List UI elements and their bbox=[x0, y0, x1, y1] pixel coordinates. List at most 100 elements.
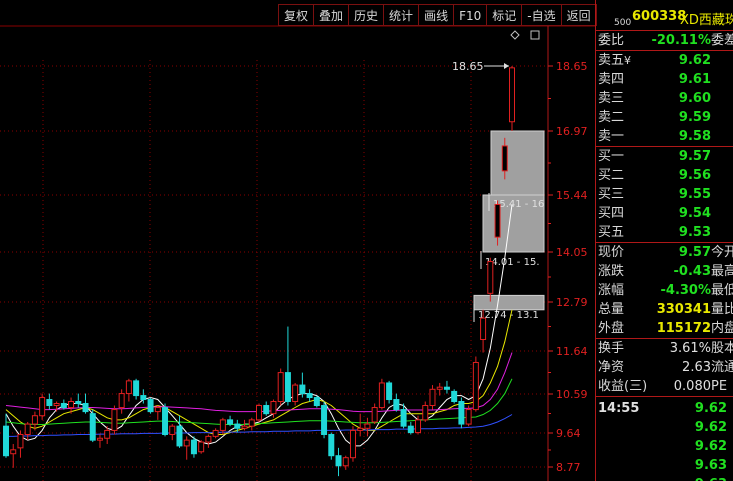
candle-body-down bbox=[46, 399, 53, 407]
candle-body-up bbox=[436, 386, 443, 390]
ask-label: 卖五 bbox=[598, 53, 625, 68]
candle-body-up bbox=[24, 423, 31, 435]
toolbar-button-7[interactable]: -自选 bbox=[522, 4, 562, 26]
candle-body-down bbox=[147, 399, 154, 413]
stock-header: 500 600338 XD西藏珠 bbox=[596, 0, 733, 31]
quote-row[interactable]: 涨跌 -0.43最高 bbox=[596, 262, 733, 281]
quote-row[interactable]: 总量 330341量比 bbox=[596, 300, 733, 319]
bid-row[interactable]: 买一 9.57 bbox=[596, 147, 733, 166]
candle-body-down bbox=[321, 405, 328, 435]
price-tick-label: 9.64 bbox=[556, 427, 581, 440]
quote-row[interactable]: 外盘 115172内盘 bbox=[596, 319, 733, 338]
stat-value: 2.63 bbox=[682, 360, 711, 375]
kline-chart[interactable]: 15.41 - 1614.01 - 15.12.74 - 13.1 18.651… bbox=[0, 0, 595, 481]
quote-row[interactable]: 涨幅 -4.30%最低 bbox=[596, 281, 733, 300]
square-icon[interactable] bbox=[530, 30, 540, 40]
yen-icon: ¥ bbox=[624, 54, 631, 67]
price-tick-label: 16.97 bbox=[556, 125, 588, 138]
candle-body-up bbox=[509, 67, 515, 123]
price-tick-label: 11.64 bbox=[556, 345, 588, 358]
candle-body-up bbox=[125, 380, 132, 395]
candle-body-down bbox=[227, 419, 234, 425]
toolbar-button-2[interactable]: 历史 bbox=[349, 4, 385, 26]
tick-list: 14:55 9.62 9.62 9.62 9.63 9.63 bbox=[596, 396, 733, 481]
price-axis: 18.65 16.97 15.44 14.05 12.79 11.64 10.59 9.64 8… bbox=[547, 26, 588, 481]
arrow-right-icon bbox=[504, 63, 509, 69]
weibi-row: 委比 -20.11% 委差 bbox=[596, 31, 733, 50]
candle-body-up bbox=[349, 429, 356, 459]
bid-row[interactable]: 买二 9.56 bbox=[596, 166, 733, 185]
quote-suffix: 内盘 bbox=[711, 321, 733, 336]
candle-body-down bbox=[386, 382, 393, 401]
tick-row[interactable]: 9.63 bbox=[596, 475, 733, 481]
candle-body-up bbox=[111, 409, 118, 431]
candles bbox=[3, 66, 515, 477]
bid-row[interactable]: 买五 9.53 bbox=[596, 223, 733, 242]
quote-value: 9.57 bbox=[678, 245, 711, 260]
ask-row[interactable]: 卖二 9.59 bbox=[596, 108, 733, 127]
stat-row[interactable]: 净资 2.63流通 bbox=[596, 358, 733, 377]
ask-label: 卖一 bbox=[598, 129, 625, 144]
stat-value: 0.080 bbox=[673, 379, 711, 394]
bid-list: 买一 9.57 买二 9.56 买三 9.55 买四 9.54 买五 9.53 bbox=[596, 146, 733, 242]
candle-body-up bbox=[31, 415, 38, 425]
ask-row[interactable]: 卖五 9.62 ¥ bbox=[596, 51, 733, 70]
candle-body-up bbox=[68, 401, 75, 409]
candle-body-up bbox=[415, 419, 422, 434]
bid-label: 买二 bbox=[598, 168, 625, 183]
bid-row[interactable]: 买三 9.55 bbox=[596, 185, 733, 204]
market-code: 500 bbox=[614, 18, 632, 28]
candle-body-up bbox=[39, 397, 46, 417]
stat-label: 换手 bbox=[598, 341, 625, 356]
stat-value: 3.61% bbox=[669, 341, 711, 356]
tick-row[interactable]: 9.63 bbox=[596, 456, 733, 475]
ask-row[interactable]: 卖一 9.58 bbox=[596, 127, 733, 146]
candle-body-down bbox=[133, 380, 140, 397]
tick-price: 9.63 bbox=[695, 475, 727, 481]
weibi-label: 委比 bbox=[598, 33, 625, 48]
stock-code[interactable]: 600338 bbox=[632, 9, 686, 24]
tick-row[interactable]: 14:55 9.62 bbox=[596, 399, 733, 418]
diamond-icon[interactable] bbox=[510, 30, 520, 40]
candle-body-up bbox=[183, 439, 190, 447]
candle-body-up bbox=[364, 423, 371, 429]
ask-row[interactable]: 卖四 9.61 bbox=[596, 70, 733, 89]
candle-body-up bbox=[487, 261, 494, 294]
price-tick-label: 12.79 bbox=[556, 296, 588, 309]
stock-name[interactable]: XD西藏珠 bbox=[680, 9, 733, 28]
tick-price: 9.62 bbox=[694, 439, 727, 454]
quote-value: -4.30% bbox=[660, 283, 712, 298]
tick-price: 9.62 bbox=[694, 401, 727, 416]
candle-body-up bbox=[53, 403, 60, 407]
candle-body-down bbox=[306, 393, 313, 399]
bid-row[interactable]: 买四 9.54 bbox=[596, 204, 733, 223]
toolbar-button-3[interactable]: 统计 bbox=[384, 4, 420, 26]
tick-row[interactable]: 9.62 bbox=[596, 418, 733, 437]
stat-suffix: 流通 bbox=[711, 360, 733, 375]
candle-body-up bbox=[371, 407, 378, 423]
toolbar-button-0[interactable]: 复权 bbox=[278, 4, 315, 26]
toolbar-button-6[interactable]: 标记 bbox=[487, 4, 523, 26]
quote-row[interactable]: 现价 9.57今开 bbox=[596, 243, 733, 262]
stat-row[interactable]: 收益(三) 0.080 PE bbox=[596, 377, 733, 396]
candle-body-up bbox=[494, 203, 501, 238]
tick-row[interactable]: 9.62 bbox=[596, 437, 733, 456]
quote-label: 外盘 bbox=[598, 321, 625, 336]
chip-range-label: 15.41 - 16 bbox=[493, 199, 544, 210]
candle-body-up bbox=[212, 429, 219, 437]
toolbar-button-8[interactable]: 返回 bbox=[561, 4, 597, 26]
stat-row[interactable]: 换手 3.61%股本 bbox=[596, 339, 733, 358]
toolbar-button-5[interactable]: F10 bbox=[454, 4, 488, 26]
candle-body-down bbox=[313, 397, 320, 407]
candle-body-up bbox=[248, 419, 255, 427]
ask-row[interactable]: 卖三 9.60 bbox=[596, 89, 733, 108]
candle-body-up bbox=[342, 457, 349, 467]
stat-suffix: PE bbox=[711, 379, 728, 394]
candle-body-up bbox=[270, 401, 277, 415]
tick-price: 9.63 bbox=[694, 458, 727, 473]
candle-body-up bbox=[96, 437, 103, 441]
toolbar-button-4[interactable]: 画线 bbox=[419, 4, 455, 26]
price-tick-label: 18.65 bbox=[556, 60, 588, 73]
toolbar-button-1[interactable]: 叠加 bbox=[314, 4, 350, 26]
candle-body-down bbox=[234, 423, 241, 429]
